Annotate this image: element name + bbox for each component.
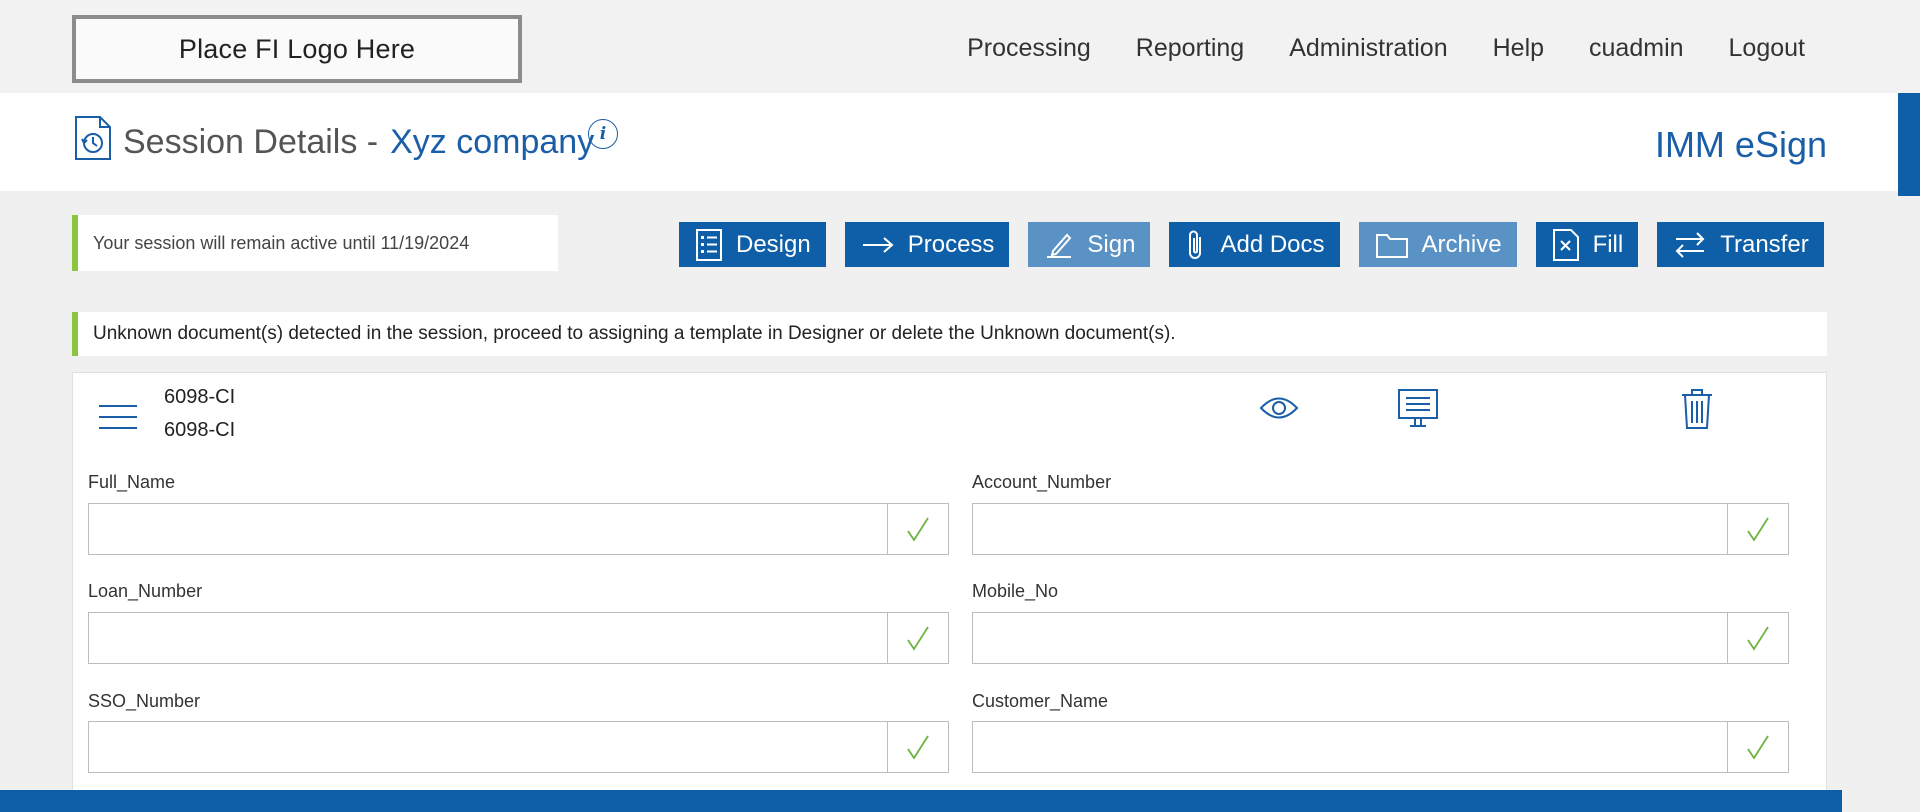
nav-reporting[interactable]: Reporting [1136, 34, 1244, 63]
paperclip-icon [1189, 230, 1202, 259]
check-icon [887, 504, 948, 554]
session-expiry-note: Your session will remain active until 11… [72, 215, 558, 271]
account-number-field [972, 503, 1789, 555]
nav-processing[interactable]: Processing [967, 34, 1091, 63]
session-history-icon [74, 115, 112, 166]
top-header: Place FI Logo Here Processing Reporting … [0, 0, 1920, 93]
document-type: 6098-CI [164, 419, 236, 441]
design-button[interactable]: Design [679, 222, 826, 267]
design-button-label: Design [736, 230, 811, 258]
sso-number-label: SSO_Number [88, 691, 201, 711]
process-button[interactable]: Process [844, 222, 1010, 267]
document-card: 6098-CI 6098-CI Full_Name Account_Number… [72, 372, 1827, 812]
brand-name: IMM eSign [1654, 124, 1827, 165]
eye-icon[interactable] [1259, 395, 1299, 426]
customer-name-field [972, 721, 1789, 773]
page-title-prefix: Session Details - [123, 123, 379, 161]
sign-button[interactable]: Sign [1028, 222, 1151, 267]
main-nav: Processing Reporting Administration Help… [967, 34, 1805, 63]
account-number-input[interactable] [973, 504, 1728, 554]
archive-button[interactable]: Archive [1358, 222, 1517, 267]
action-toolbar: Design Process Sign Add Docs Archive Fil… [679, 222, 1824, 267]
nav-help[interactable]: Help [1493, 34, 1544, 63]
loan-number-input[interactable] [89, 613, 888, 663]
company-name[interactable]: Xyz company [390, 123, 594, 161]
pen-icon [1047, 233, 1072, 258]
check-icon [1727, 722, 1788, 772]
hamburger-menu-icon[interactable] [98, 403, 138, 436]
mobile-no-label: Mobile_No [972, 581, 1059, 601]
check-icon [887, 613, 948, 663]
check-icon [1727, 613, 1788, 663]
arrow-right-icon [862, 236, 894, 253]
document-name: 6098-CI [164, 386, 236, 408]
transfer-button-label: Transfer [1720, 230, 1809, 258]
nav-administration[interactable]: Administration [1289, 34, 1447, 63]
customer-name-input[interactable] [973, 722, 1728, 772]
loan-number-field [88, 612, 949, 664]
add-docs-button[interactable]: Add Docs [1169, 222, 1340, 267]
add-docs-button-label: Add Docs [1220, 230, 1325, 258]
info-icon[interactable]: i [588, 119, 618, 149]
bottom-footer-bar [0, 790, 1842, 812]
full-name-field [88, 503, 949, 555]
transfer-arrows-icon [1675, 231, 1705, 258]
page-title: Session Details - Xyz company [123, 123, 594, 162]
sso-number-input[interactable] [89, 722, 888, 772]
folder-icon [1375, 233, 1408, 258]
document-fill-icon [1552, 228, 1579, 261]
full-name-label: Full_Name [88, 472, 176, 492]
process-button-label: Process [907, 230, 995, 258]
archive-button-label: Archive [1421, 230, 1502, 258]
fill-button[interactable]: Fill [1535, 222, 1639, 267]
logo-placeholder[interactable]: Place FI Logo Here [72, 15, 522, 83]
customer-name-label: Customer_Name [972, 691, 1109, 711]
monitor-icon[interactable] [1397, 388, 1439, 433]
form-list-icon [696, 228, 722, 261]
fill-button-label: Fill [1592, 230, 1624, 258]
mobile-no-field [972, 612, 1789, 664]
right-accent-stripe [1898, 93, 1920, 196]
account-number-label: Account_Number [972, 472, 1112, 492]
mobile-no-input[interactable] [973, 613, 1728, 663]
transfer-button[interactable]: Transfer [1657, 222, 1824, 267]
sso-number-field [88, 721, 949, 773]
check-icon [887, 722, 948, 772]
unknown-document-alert: Unknown document(s) detected in the sess… [72, 312, 1827, 356]
check-icon [1727, 504, 1788, 554]
trash-icon[interactable] [1680, 388, 1714, 435]
full-name-input[interactable] [89, 504, 888, 554]
sign-button-label: Sign [1087, 230, 1136, 258]
loan-number-label: Loan_Number [88, 581, 203, 601]
nav-logout[interactable]: Logout [1729, 34, 1805, 63]
nav-user[interactable]: cuadmin [1589, 34, 1684, 63]
